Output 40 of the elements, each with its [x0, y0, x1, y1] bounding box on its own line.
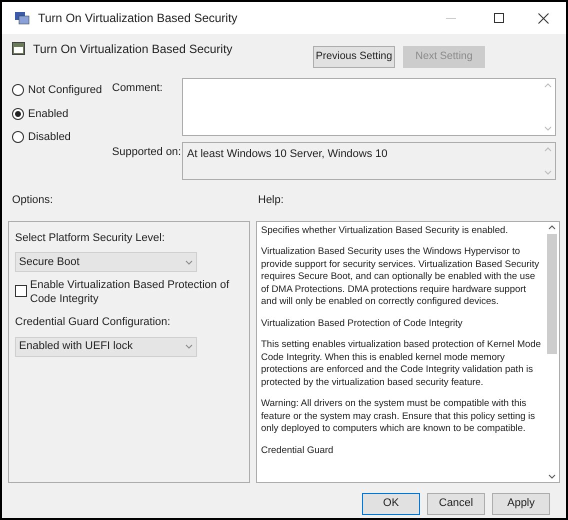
radio-button[interactable] [12, 108, 24, 120]
dropdown-value: Enabled with UEFI lock [19, 339, 133, 354]
comment-label: Comment: [112, 81, 164, 96]
nav-button[interactable]: Previous Setting [313, 46, 395, 68]
radio-button[interactable] [12, 84, 24, 96]
help-paragraph: This setting enables virtualization based protection of Kernel Mode Code Integrity. When this is enabled kernel mode memory protections are enforced and the Code Integrity validation path is protected by the virtualization based security feature. [261, 339, 541, 389]
checkbox-label[interactable]: Enable Virtualization Based Protection of Code Integrity [30, 278, 243, 306]
dialog-button[interactable]: OK [362, 492, 420, 514]
dropdown[interactable]: Secure Boot [15, 252, 197, 272]
help-paragraph: Virtualization Based Protection of Code Integrity [261, 318, 464, 330]
radio-label[interactable]: Not Configured [28, 82, 102, 98]
policy-icon [14, 11, 30, 25]
chevron-down-icon [185, 260, 193, 264]
dialog-button[interactable]: Apply [492, 492, 550, 514]
close-icon[interactable] [538, 12, 549, 24]
help-paragraph: Specifies whether Virtualization Based Security is enabled. [261, 224, 509, 237]
radio-label[interactable]: Disabled [28, 129, 71, 146]
chevron-down-icon [185, 344, 193, 349]
help-paragraph: Virtualization Based Security uses the Windows Hypervisor to provide support for security services. Virtualization Based Security requires Secure Boot, and can optionally be enabled with the use of DMA Protections. DMA protections require hardware support and will only be enabled on correctly configured devices. [261, 246, 540, 308]
radio-label[interactable]: Enabled [28, 106, 68, 122]
help-paragraph: Warning: All drivers on the system must be compatible with this feature or the system may crash. Ensure that this policy setting is only deployed to computers which are known to be compatible. [261, 398, 536, 436]
setting-icon [12, 42, 25, 55]
options-label: Options: [11, 193, 54, 208]
maximize-icon[interactable] [494, 13, 504, 23]
policy-name: Turn On Virtualization Based Security [33, 41, 234, 58]
radio-button[interactable] [12, 131, 24, 144]
option-label: Credential Guard Configuration: [15, 315, 172, 330]
dropdown-value: Secure Boot [19, 254, 80, 270]
scroll-down-icon[interactable] [548, 474, 556, 478]
option-label: Select Platform Security Level: [15, 230, 166, 246]
dropdown[interactable]: Enabled with UEFI lock [15, 336, 197, 356]
scrollbar-thumb[interactable] [547, 234, 557, 354]
checkbox[interactable] [15, 285, 27, 297]
help-paragraph: Credential Guard [261, 444, 334, 457]
scroll-up-icon[interactable] [548, 224, 556, 230]
supported-on-label: Supported on: [112, 145, 182, 160]
window-title: Turn On Virtualization Based Security [38, 10, 238, 27]
supported-on-value: At least Windows 10 Server, Windows 10 [186, 147, 389, 162]
dialog-button[interactable]: Cancel [427, 492, 485, 514]
help-label: Help: [258, 193, 284, 208]
